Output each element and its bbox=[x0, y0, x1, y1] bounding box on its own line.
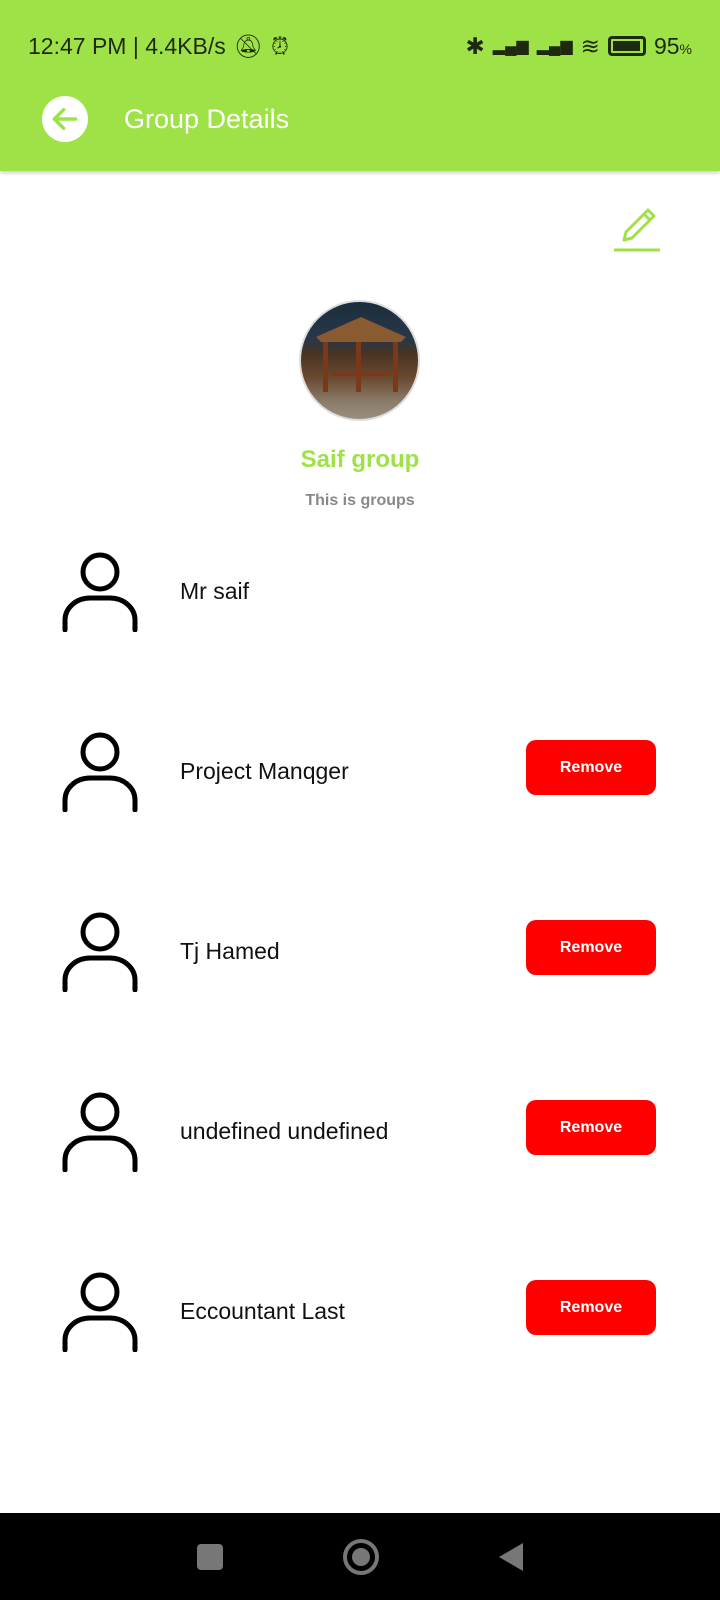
signal-icon-2: ▂▄▆ bbox=[536, 38, 573, 55]
member-row: undefined undefined Remove bbox=[0, 1088, 720, 1178]
page-title: Group Details bbox=[124, 103, 290, 134]
member-name: Mr saif bbox=[180, 578, 249, 604]
top-bar: 12:47 PM | 4.4KB/s 🔕︎ ⏰︎ ✱ ▂▄▆ ▂▄▆ ≋ 95%… bbox=[0, 0, 720, 171]
battery-unit: % bbox=[679, 40, 692, 57]
member-name: Tj Hamed bbox=[180, 938, 280, 964]
group-name: Saif group bbox=[300, 446, 420, 473]
back-button[interactable] bbox=[42, 96, 88, 142]
member-row: Mr saif bbox=[0, 548, 720, 638]
battery-icon bbox=[607, 36, 646, 56]
home-button[interactable] bbox=[343, 1538, 379, 1575]
member-row: Tj Hamed Remove bbox=[0, 908, 720, 998]
group-avatar bbox=[299, 300, 420, 421]
member-name: undefined undefined bbox=[180, 1118, 389, 1144]
recents-button[interactable] bbox=[197, 1543, 223, 1570]
wifi-icon: ≋ bbox=[580, 32, 600, 59]
remove-button[interactable]: Remove bbox=[526, 920, 656, 975]
system-nav-bar bbox=[0, 1513, 720, 1600]
status-bar: 12:47 PM | 4.4KB/s 🔕︎ ⏰︎ ✱ ▂▄▆ ▂▄▆ ≋ 95% bbox=[28, 28, 692, 64]
bell-off-icon: 🔕︎ bbox=[233, 32, 263, 59]
bluetooth-icon: ✱ bbox=[465, 32, 485, 59]
status-time: 12:47 PM | 4.4KB/s bbox=[28, 32, 226, 59]
alarm-icon: ⏰︎ bbox=[270, 32, 289, 59]
user-icon bbox=[62, 552, 138, 632]
remove-button[interactable]: Remove bbox=[526, 1280, 656, 1335]
arrow-left-icon bbox=[52, 107, 78, 131]
remove-button[interactable]: Remove bbox=[526, 1100, 656, 1155]
battery-level: 95 bbox=[653, 32, 680, 59]
member-name: Project Manqger bbox=[180, 758, 349, 784]
member-name: Eccountant Last bbox=[180, 1298, 345, 1324]
user-icon bbox=[62, 1272, 138, 1352]
edit-pencil-icon[interactable] bbox=[612, 202, 662, 254]
user-icon bbox=[62, 732, 138, 812]
member-row: Eccountant Last Remove bbox=[0, 1268, 720, 1358]
member-row: Project Manqger Remove bbox=[0, 728, 720, 818]
remove-button[interactable]: Remove bbox=[526, 740, 656, 795]
group-description: This is groups bbox=[305, 492, 415, 509]
back-nav-button[interactable] bbox=[499, 1542, 523, 1571]
signal-icon: ▂▄▆ bbox=[492, 38, 529, 55]
user-icon bbox=[62, 912, 138, 992]
user-icon bbox=[62, 1092, 138, 1172]
